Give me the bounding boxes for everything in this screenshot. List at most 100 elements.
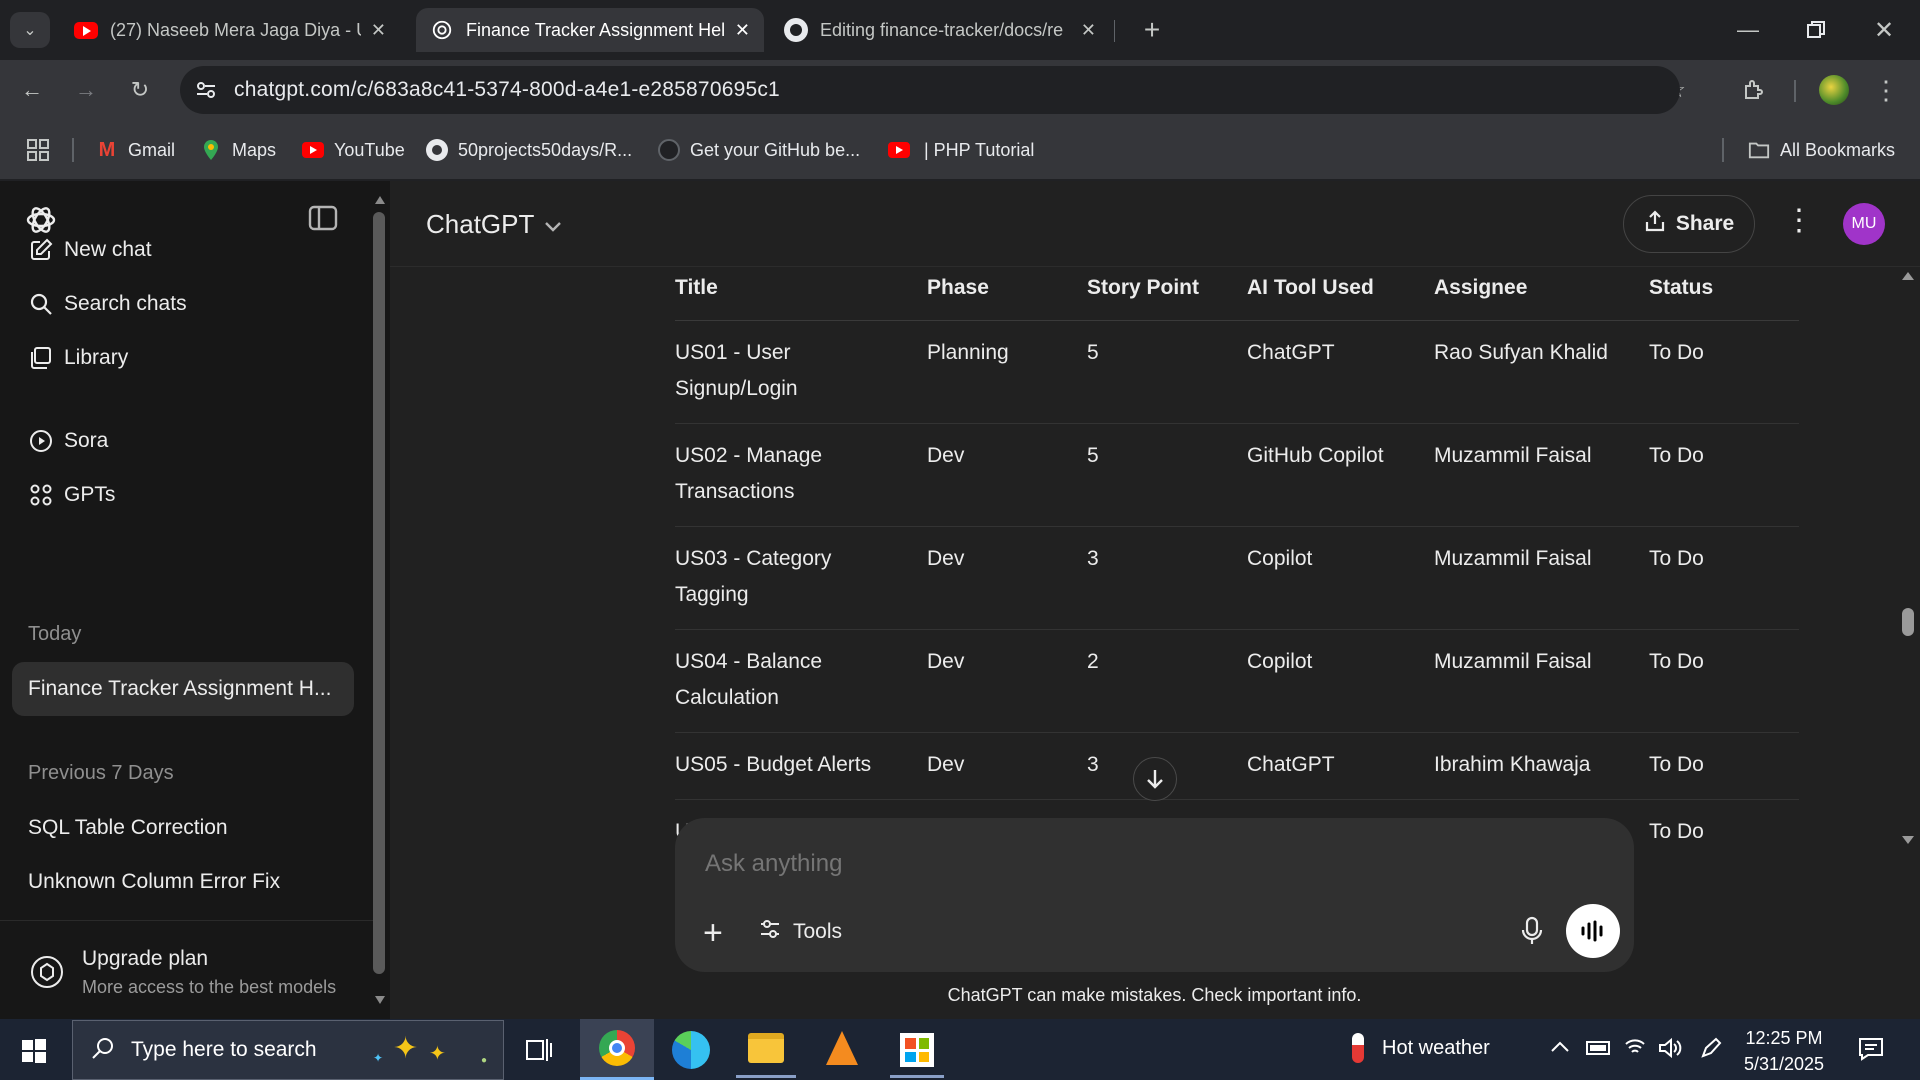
scroll-to-bottom-button[interactable]: [1133, 757, 1177, 801]
chat-history-item[interactable]: Finance Tracker Assignment H...: [28, 677, 331, 701]
tab-title: Finance Tracker Assignment Hel: [466, 19, 725, 40]
restore-icon[interactable]: [1798, 12, 1834, 48]
site-settings-icon[interactable]: [194, 78, 218, 107]
upgrade-plan-button[interactable]: Upgrade plan More access to the best mod…: [0, 920, 376, 1019]
table-cell: US04 - Balance Calculation: [675, 629, 927, 733]
model-selector[interactable]: ChatGPT: [426, 209, 562, 240]
apps-grid-icon[interactable]: [26, 136, 50, 164]
library-icon: [28, 345, 54, 371]
microphone-icon[interactable]: [1520, 916, 1544, 951]
close-window-icon[interactable]: ✕: [1866, 12, 1902, 48]
back-arrow-icon[interactable]: ←: [14, 72, 50, 108]
windows-start-icon[interactable]: [22, 1039, 46, 1068]
table-cell: 3: [1087, 526, 1247, 630]
bookmark-php-tutorial[interactable]: | PHP Tutorial: [888, 136, 1034, 164]
minimize-icon[interactable]: —: [1730, 12, 1766, 48]
table-row: US01 - User Signup/Login Planning 5 Chat…: [675, 320, 1799, 424]
volume-icon[interactable]: [1658, 1037, 1682, 1064]
taskbar-search-box[interactable]: Type here to search ✦ ✦ ✦ ●: [72, 1020, 504, 1080]
all-bookmarks[interactable]: All Bookmarks: [1748, 136, 1895, 164]
bookmark-label: All Bookmarks: [1780, 139, 1896, 160]
search-chats-button[interactable]: Search chats: [28, 291, 187, 317]
folder-icon: [1748, 139, 1770, 161]
reload-icon[interactable]: ↻: [122, 72, 158, 108]
wifi-icon[interactable]: [1624, 1037, 1646, 1062]
gmail-icon: M: [98, 138, 116, 161]
thermometer-icon: [1352, 1033, 1364, 1063]
tools-button[interactable]: Tools: [759, 918, 842, 946]
new-chat-icon: [28, 237, 54, 263]
sidebar-scrollbar[interactable]: [372, 196, 386, 1006]
bookmark-gmail[interactable]: M Gmail: [96, 136, 175, 164]
forward-arrow-icon[interactable]: →: [68, 72, 104, 108]
bookmark-label: Maps: [232, 139, 277, 160]
table-cell: Copilot: [1247, 526, 1434, 630]
youtube-icon: [302, 139, 324, 161]
browser-menu-icon[interactable]: ⋮: [1868, 72, 1904, 108]
avatar[interactable]: MU: [1843, 203, 1885, 245]
tab-youtube[interactable]: (27) Naseeb Mera Jaga Diya - U ✕: [60, 8, 400, 52]
share-button[interactable]: Share: [1623, 195, 1755, 253]
close-tab-icon[interactable]: ✕: [371, 20, 386, 41]
bookmark-label: Get your GitHub be...: [690, 139, 861, 160]
file-explorer-taskbar-icon[interactable]: [748, 1033, 784, 1063]
main-scrollbar[interactable]: [1898, 272, 1918, 850]
weather-widget[interactable]: Hot weather: [1352, 1033, 1490, 1063]
chevron-up-icon[interactable]: [1550, 1039, 1570, 1058]
chat-history-item[interactable]: Unknown Column Error Fix: [28, 870, 280, 894]
github-icon: [658, 139, 680, 161]
new-tab-icon[interactable]: +: [1134, 12, 1170, 48]
bookmark-50projects[interactable]: 50projects50days/R...: [426, 136, 632, 164]
chat-history-item[interactable]: SQL Table Correction: [28, 816, 228, 840]
youtube-icon: [74, 21, 98, 39]
gpts-grid-icon: [28, 482, 54, 508]
bookmark-youtube[interactable]: YouTube: [302, 136, 405, 164]
profile-avatar[interactable]: [1816, 72, 1852, 108]
nav-label: Sora: [64, 429, 109, 452]
search-highlights-icon: ●: [481, 1055, 488, 1066]
notifications-icon[interactable]: [1858, 1037, 1884, 1066]
bookmark-github-badge[interactable]: Get your GitHub be...: [658, 136, 860, 164]
pen-icon[interactable]: [1700, 1037, 1722, 1064]
search-placeholder: Type here to search: [131, 1038, 317, 1061]
table-cell: ChatGPT: [1247, 320, 1434, 424]
taskbar-app-underline: [890, 1075, 944, 1078]
table-cell: Dev: [927, 526, 1087, 630]
avatar-initials: MU: [1851, 215, 1877, 232]
column-header: Assignee: [1434, 276, 1649, 321]
gpts-button[interactable]: GPTs: [28, 482, 115, 508]
task-view-icon[interactable]: [525, 1037, 553, 1068]
toggle-sidebar-icon[interactable]: [308, 205, 338, 236]
attach-plus-icon[interactable]: +: [703, 916, 723, 950]
bookmark-maps[interactable]: Maps: [200, 136, 276, 164]
battery-icon[interactable]: [1586, 1041, 1610, 1055]
prompt-input[interactable]: [705, 844, 1585, 884]
voice-mode-button[interactable]: [1566, 904, 1620, 958]
table-row: US05 - Budget Alerts Dev 3 ChatGPT Ibrah…: [675, 732, 1799, 800]
store-taskbar-icon[interactable]: [900, 1033, 934, 1067]
edge-taskbar-icon[interactable]: [672, 1031, 710, 1069]
model-name: ChatGPT: [426, 209, 535, 239]
tab-github[interactable]: Editing finance-tracker/docs/re ✕: [770, 8, 1110, 52]
nav-label: GPTs: [64, 483, 116, 506]
vlc-taskbar-icon[interactable]: [826, 1031, 858, 1065]
tab-separator: [1114, 20, 1115, 42]
extensions-icon[interactable]: [1736, 72, 1772, 108]
column-header: Title: [675, 276, 927, 321]
table-cell: Dev: [927, 629, 1087, 733]
tab-search-button[interactable]: ⌄: [10, 12, 50, 48]
library-button[interactable]: Library: [28, 345, 128, 371]
search-icon: [91, 1036, 115, 1065]
more-options-icon[interactable]: ⋮: [1784, 203, 1814, 238]
chrome-taskbar-icon[interactable]: [580, 1019, 654, 1080]
chatgpt-icon: [430, 18, 454, 42]
arrow-down-icon: [1147, 770, 1163, 789]
address-bar[interactable]: chatgpt.com/c/683a8c41-5374-800d-a4e1-e2…: [180, 66, 1680, 114]
sora-button[interactable]: Sora: [28, 428, 108, 454]
table-cell: US05 - Budget Alerts: [675, 732, 927, 800]
new-chat-button[interactable]: New chat: [28, 237, 152, 263]
clock[interactable]: 12:25 PM 5/31/2025: [1738, 1025, 1830, 1077]
tab-chatgpt[interactable]: Finance Tracker Assignment Hel ✕: [416, 8, 764, 52]
close-tab-icon[interactable]: ✕: [1081, 20, 1096, 41]
close-tab-icon[interactable]: ✕: [735, 20, 750, 41]
